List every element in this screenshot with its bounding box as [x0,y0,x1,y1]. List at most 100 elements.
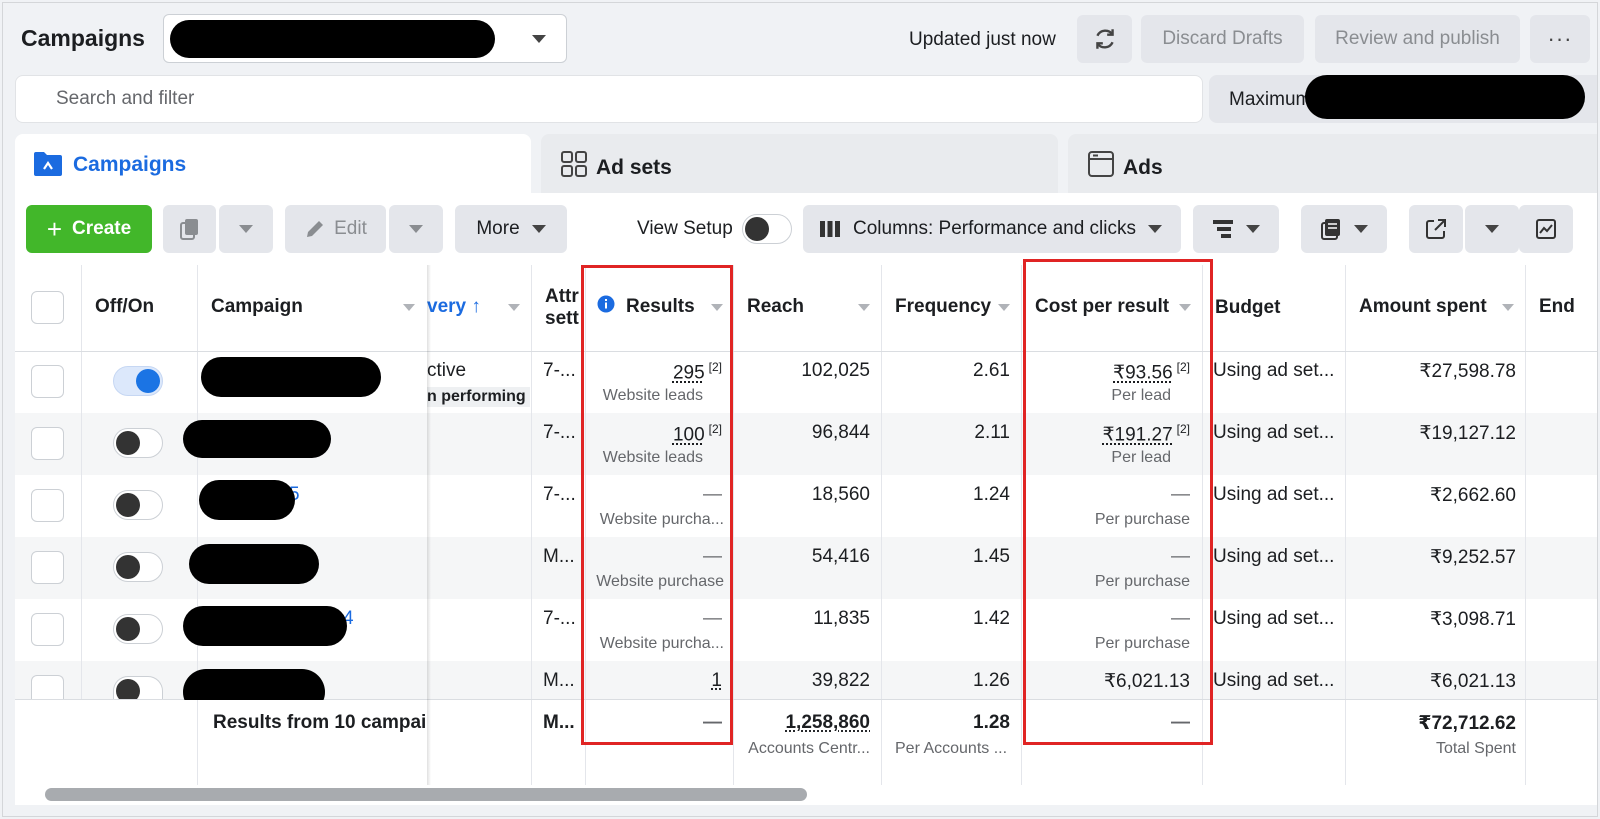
refresh-button[interactable] [1077,15,1132,63]
campaign-toggle[interactable] [113,428,163,458]
toggle-knob [116,493,140,517]
chevron-down-icon [531,225,546,233]
account-selector[interactable] [163,14,567,63]
more-button[interactable]: More [455,205,567,253]
column-divider [531,700,532,785]
row-checkbox[interactable] [31,427,64,460]
spent-value: ₹2,662.60 [1429,485,1516,506]
column-header-offon[interactable]: Off/On [95,296,154,318]
campaigns-table: Off/On Campaign very ↑ Attr sett Results … [15,259,1597,785]
campaign-toggle[interactable] [113,614,163,644]
date-range-label: Maximum [1229,89,1312,110]
column-divider [1345,700,1346,785]
row-checkbox[interactable] [31,613,64,646]
discard-drafts-button[interactable]: Discard Drafts [1141,15,1304,63]
duplicate-button[interactable] [163,205,216,253]
date-range-selector[interactable]: Maximum [1209,75,1597,123]
toggle-knob [116,555,140,579]
chevron-down-icon[interactable] [508,304,520,311]
campaign-toggle[interactable] [113,676,163,699]
column-header-budget[interactable]: Budget [1215,297,1280,319]
campaign-toggle[interactable] [113,552,163,582]
view-setup-label: View Setup [637,218,733,239]
columns-button[interactable]: Columns: Performance and clicks [803,205,1181,253]
create-button[interactable]: + Create [26,205,152,253]
redacted-campaign-name [183,420,331,458]
duplicate-icon [179,219,198,240]
breakdown-button[interactable] [1193,205,1279,253]
page-title: Campaigns [21,25,145,51]
redacted-date-range [1305,75,1585,119]
horizontal-scrollbar[interactable] [15,785,1597,805]
row-checkbox[interactable] [31,675,64,699]
cost-column-highlight [1023,259,1213,745]
toggle-knob [745,217,769,241]
row-checkbox[interactable] [31,551,64,584]
budget-value: Using ad set... [1213,546,1335,567]
spent-value: ₹9,252.57 [1429,547,1516,568]
attribution-cell: 7-... [543,608,576,629]
chevron-down-icon[interactable] [1502,304,1514,311]
summary-reach-sub: Accounts Centr... [748,740,870,757]
row-checkbox[interactable] [31,489,64,522]
toggle-knob [136,369,160,393]
spent-value: ₹3,098.71 [1429,609,1516,630]
review-publish-button[interactable]: Review and publish [1315,15,1520,63]
summary-label: Results from 10 campaig [213,712,427,733]
columns-label: Columns: Performance and clicks [853,218,1136,239]
summary-frequency-sub: Per Accounts ... [895,740,1008,757]
select-all-checkbox[interactable] [31,291,64,324]
campaign-toggle[interactable] [113,366,163,396]
budget-value: Using ad set... [1213,422,1335,443]
frequency-value: 1.24 [973,484,1010,505]
breakdown-icon [1213,220,1233,238]
search-input[interactable] [16,76,1202,122]
overflow-menu-button[interactable]: ··· [1530,15,1590,63]
column-header-attribution[interactable]: Attr sett [545,286,579,330]
chevron-down-icon [239,225,253,233]
column-header-reach[interactable]: Reach [747,296,804,318]
ad-window-icon [1088,151,1114,177]
edit-dropdown[interactable] [389,205,443,253]
redacted-campaign-name [201,357,381,397]
search-and-filter[interactable] [15,75,1203,123]
frequency-value: 1.26 [973,670,1010,691]
frequency-value: 2.11 [974,422,1010,443]
tab-ads[interactable]: Ads [1068,134,1597,196]
campaign-toggle[interactable] [113,490,163,520]
chevron-down-icon[interactable] [403,304,415,311]
delivery-badge: n performing [427,387,530,407]
row-checkbox[interactable] [31,365,64,398]
tab-ads-label: Ads [1123,156,1163,179]
column-header-delivery[interactable]: very ↑ [427,296,481,318]
budget-value: Using ad set... [1213,670,1335,691]
duplicate-dropdown[interactable] [219,205,273,253]
chevron-down-icon[interactable] [998,304,1010,311]
export-dropdown[interactable] [1465,205,1519,253]
more-label: More [476,218,520,239]
line-chart-icon [1536,219,1556,239]
column-header-ends[interactable]: End [1539,296,1575,318]
reports-button[interactable] [1301,205,1387,253]
view-setup-toggle[interactable] [742,214,792,244]
scrollbar-thumb[interactable] [45,788,807,801]
edit-label: Edit [334,218,367,239]
reach-value: 39,822 [811,670,870,691]
create-label: Create [72,218,132,239]
reach-value: 102,025 [801,360,870,381]
attribution-cell: 7-... [543,484,576,505]
column-header-campaign[interactable]: Campaign [211,296,303,318]
reach-value: 18,560 [811,484,870,505]
chevron-down-icon[interactable] [858,304,870,311]
column-divider [1525,700,1526,785]
tab-ad-sets[interactable]: Ad sets [541,134,1058,196]
column-header-frequency[interactable]: Frequency [895,296,991,318]
summary-reach[interactable]: 1,258,860 [785,712,870,734]
charts-button[interactable] [1519,205,1573,253]
column-header-amount-spent[interactable]: Amount spent [1359,296,1487,318]
tab-campaigns[interactable]: Campaigns [15,134,531,196]
export-button[interactable] [1409,205,1463,253]
edit-button[interactable]: Edit [285,205,386,253]
reports-icon [1321,219,1340,240]
toggle-knob [116,431,140,455]
